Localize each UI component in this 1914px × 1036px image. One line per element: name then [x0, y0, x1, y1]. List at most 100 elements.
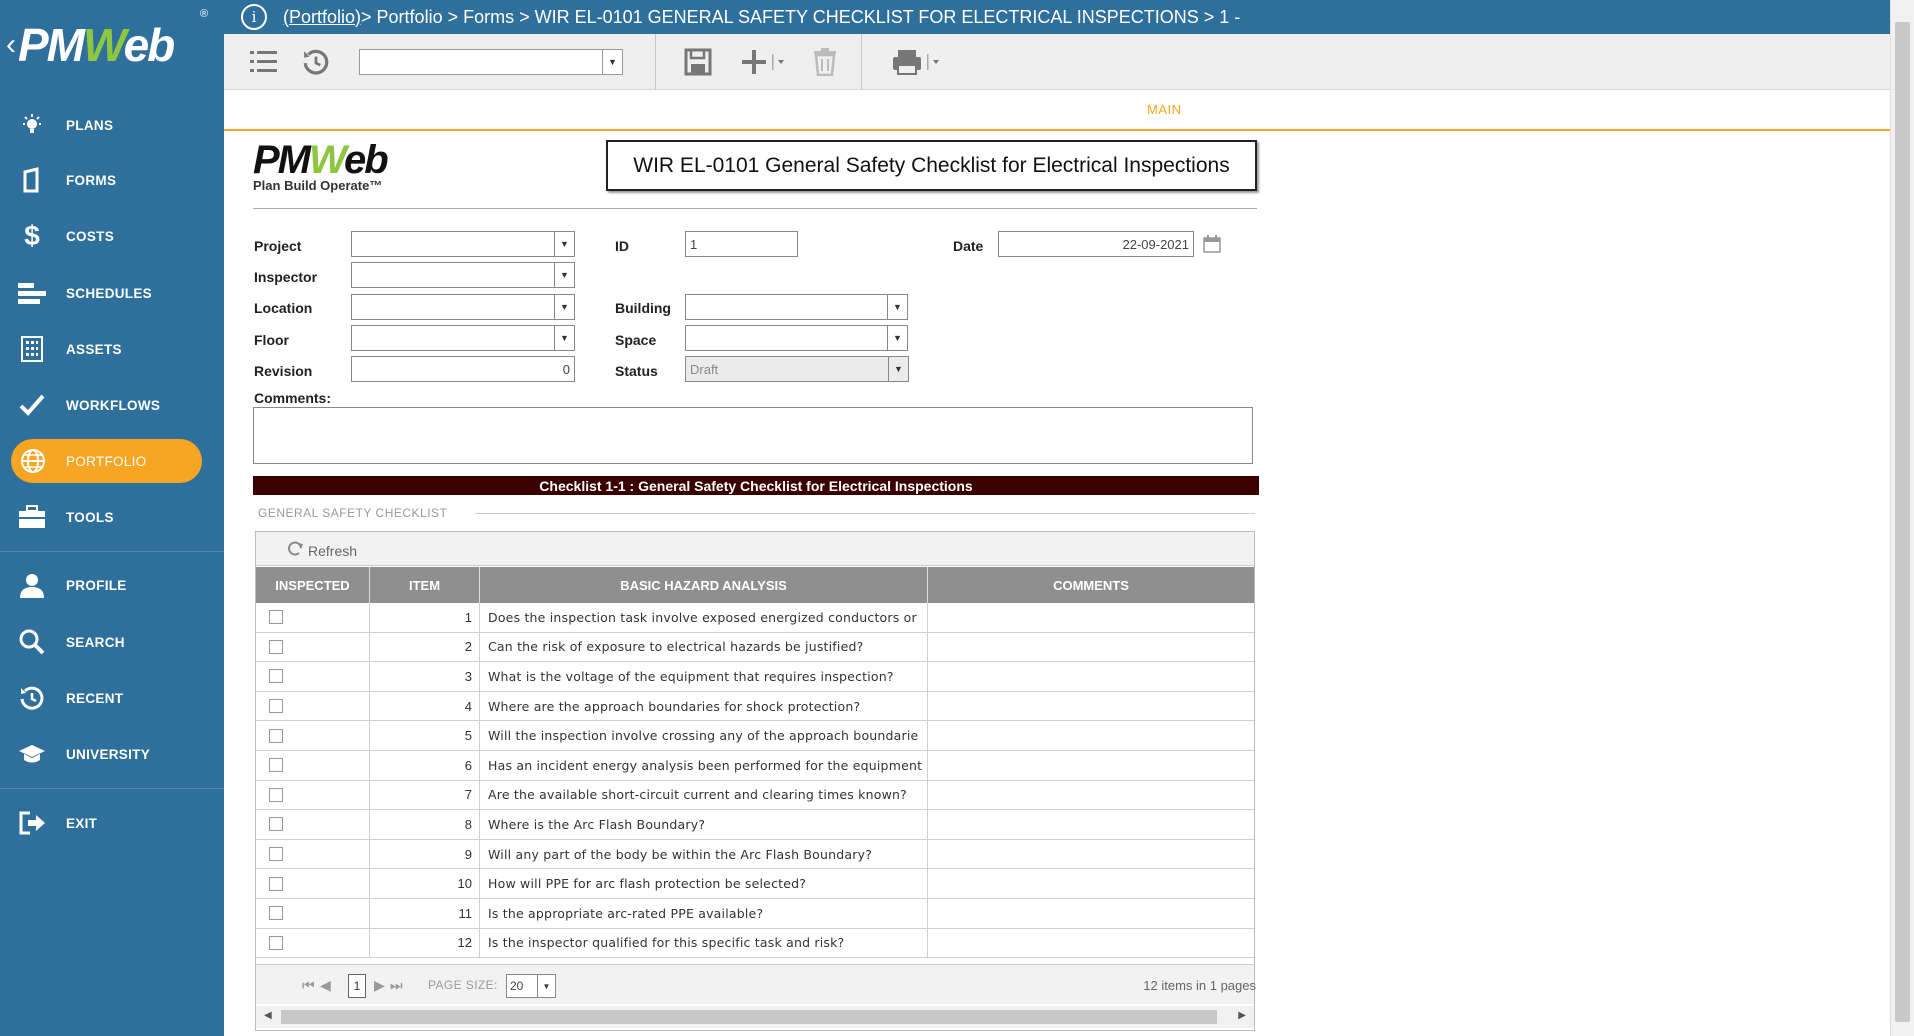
comments-textarea[interactable]	[253, 407, 1253, 464]
table-row[interactable]: 7 Are the available short-circuit current…	[256, 780, 1254, 811]
inspected-checkbox[interactable]	[269, 906, 283, 921]
comments-cell[interactable]	[928, 899, 1254, 928]
table-row[interactable]: 8 Where is the Arc Flash Boundary?	[256, 810, 1254, 840]
id-input[interactable]: 1	[685, 231, 798, 257]
history-icon[interactable]	[302, 46, 330, 78]
nav-item-search[interactable]: SEARCH	[0, 620, 224, 664]
inspected-checkbox[interactable]	[269, 728, 283, 743]
comments-cell[interactable]	[928, 633, 1254, 662]
hazard-cell[interactable]: How will PPE for arc flash protection be…	[480, 869, 928, 898]
scrollbar-thumb[interactable]	[1895, 22, 1910, 1022]
comments-cell[interactable]	[928, 751, 1254, 780]
last-page-icon[interactable]: ⏭	[390, 977, 403, 994]
nav-item-recent[interactable]: RECENT	[0, 676, 224, 720]
info-icon[interactable]: i	[241, 4, 267, 30]
back-chevron-icon[interactable]: ‹	[6, 28, 16, 62]
chevron-down-icon[interactable]: ▼	[602, 50, 622, 74]
refresh-button[interactable]: Refresh	[286, 540, 357, 561]
inspector-select[interactable]: ▼	[351, 262, 575, 288]
inspected-checkbox[interactable]	[269, 787, 283, 802]
next-page-icon[interactable]: ▶	[374, 977, 385, 994]
scroll-right-icon[interactable]: ▶	[1238, 1010, 1246, 1021]
hazard-cell[interactable]: Is the inspector qualified for this spec…	[480, 928, 928, 958]
comments-cell[interactable]	[928, 662, 1254, 691]
comments-cell[interactable]	[928, 781, 1254, 810]
hazard-cell[interactable]: Has an incident energy analysis been per…	[480, 750, 928, 780]
nav-item-workflows[interactable]: WORKFLOWS	[0, 383, 224, 427]
nav-item-costs[interactable]: $ COSTS	[0, 214, 224, 258]
vertical-scrollbar[interactable]	[1890, 0, 1914, 1036]
nav-item-exit[interactable]: EXIT	[0, 801, 224, 845]
hazard-cell[interactable]: Where is the Arc Flash Boundary?	[480, 810, 928, 839]
floor-select[interactable]: ▼	[351, 325, 575, 351]
nav-item-plans[interactable]: PLANS	[0, 103, 224, 147]
comments-cell[interactable]	[928, 929, 1254, 958]
nav-item-tools[interactable]: TOOLS	[0, 495, 224, 539]
table-row[interactable]: 12 Is the inspector qualified for this sp…	[256, 928, 1254, 959]
nav-item-university[interactable]: UNIVERSITY	[0, 732, 224, 776]
page-size-select[interactable]: 20 ▼	[506, 974, 556, 998]
column-header-inspected[interactable]: INSPECTED	[256, 567, 370, 603]
chevron-down-icon[interactable]: ▼	[887, 326, 907, 350]
scroll-left-icon[interactable]: ◀	[264, 1010, 272, 1021]
inspected-checkbox[interactable]	[269, 935, 283, 950]
hazard-cell[interactable]: Are the available short-circuit current …	[480, 780, 928, 810]
chevron-down-icon[interactable]: ▼	[554, 263, 574, 287]
location-select[interactable]: ▼	[351, 294, 575, 320]
chevron-down-icon[interactable]: ▼	[554, 326, 574, 350]
chevron-down-icon[interactable]: ▼	[554, 295, 574, 319]
table-row[interactable]: 3 What is the voltage of the equipment th…	[256, 662, 1254, 692]
hazard-cell[interactable]: Is the appropriate arc-rated PPE availab…	[480, 898, 928, 928]
horizontal-scrollbar[interactable]: ◀ ▶	[256, 1006, 1254, 1028]
nav-item-profile[interactable]: PROFILE	[0, 563, 224, 607]
table-row[interactable]: 10 How will PPE for arc flash protection …	[256, 869, 1254, 899]
breadcrumb-portfolio-link[interactable]: (Portfolio)	[283, 7, 361, 28]
save-icon[interactable]	[684, 46, 712, 78]
status-select[interactable]: Draft ▼	[685, 356, 909, 382]
space-select[interactable]: ▼	[685, 325, 908, 351]
inspected-checkbox[interactable]	[269, 817, 283, 832]
nav-item-forms[interactable]: FORMS	[0, 158, 224, 202]
delete-icon[interactable]	[813, 46, 837, 78]
project-select[interactable]: ▼	[351, 231, 575, 257]
chevron-down-icon[interactable]: ▼	[887, 295, 907, 319]
hazard-cell[interactable]: Will the inspection involve crossing any…	[480, 721, 928, 750]
chevron-down-icon[interactable]: ▼	[888, 357, 908, 381]
inspected-checkbox[interactable]	[269, 847, 283, 862]
nav-item-portfolio[interactable]: PORTFOLIO	[11, 439, 202, 483]
date-input[interactable]: 22-09-2021	[998, 231, 1194, 257]
inspected-checkbox[interactable]	[269, 699, 283, 714]
hazard-cell[interactable]: Where are the approach boundaries for sh…	[480, 691, 928, 721]
hazard-cell[interactable]: What is the voltage of the equipment tha…	[480, 662, 928, 691]
hazard-cell[interactable]: Can the risk of exposure to electrical h…	[480, 632, 928, 662]
revision-input[interactable]: 0	[351, 356, 575, 382]
page-number-input[interactable]: 1	[348, 974, 366, 998]
table-row[interactable]: 1 Does the inspection task involve expose…	[256, 603, 1254, 633]
table-row[interactable]: 2 Can the risk of exposure to electrical …	[256, 632, 1254, 663]
prev-page-icon[interactable]: ◀	[320, 977, 331, 994]
column-header-comments[interactable]: COMMENTS	[928, 567, 1254, 603]
nav-item-assets[interactable]: ASSETS	[0, 327, 224, 371]
hazard-cell[interactable]: Will any part of the body be within the …	[480, 839, 928, 869]
toolbar-select[interactable]: ▼	[359, 49, 623, 75]
comments-cell[interactable]	[928, 603, 1254, 632]
print-icon[interactable]	[892, 46, 946, 78]
calendar-icon[interactable]	[1203, 235, 1221, 258]
inspected-checkbox[interactable]	[269, 758, 283, 773]
inspected-checkbox[interactable]	[269, 639, 283, 654]
tab-main[interactable]: MAIN	[1147, 102, 1182, 117]
comments-cell[interactable]	[928, 810, 1254, 839]
comments-cell[interactable]	[928, 869, 1254, 898]
first-page-icon[interactable]: ⏮	[302, 977, 315, 994]
comments-cell[interactable]	[928, 840, 1254, 869]
table-row[interactable]: 5 Will the inspection involve crossing an…	[256, 721, 1254, 751]
inspected-checkbox[interactable]	[269, 610, 283, 625]
list-icon[interactable]	[250, 46, 278, 78]
hazard-cell[interactable]: Does the inspection task involve exposed…	[480, 603, 928, 632]
add-icon[interactable]	[740, 46, 790, 78]
chevron-down-icon[interactable]: ▼	[554, 232, 574, 256]
building-select[interactable]: ▼	[685, 294, 908, 320]
table-row[interactable]: 9 Will any part of the body be within the…	[256, 839, 1254, 870]
column-header-hazard-analysis[interactable]: BASIC HAZARD ANALYSIS	[480, 567, 928, 603]
chevron-down-icon[interactable]: ▼	[537, 975, 555, 997]
